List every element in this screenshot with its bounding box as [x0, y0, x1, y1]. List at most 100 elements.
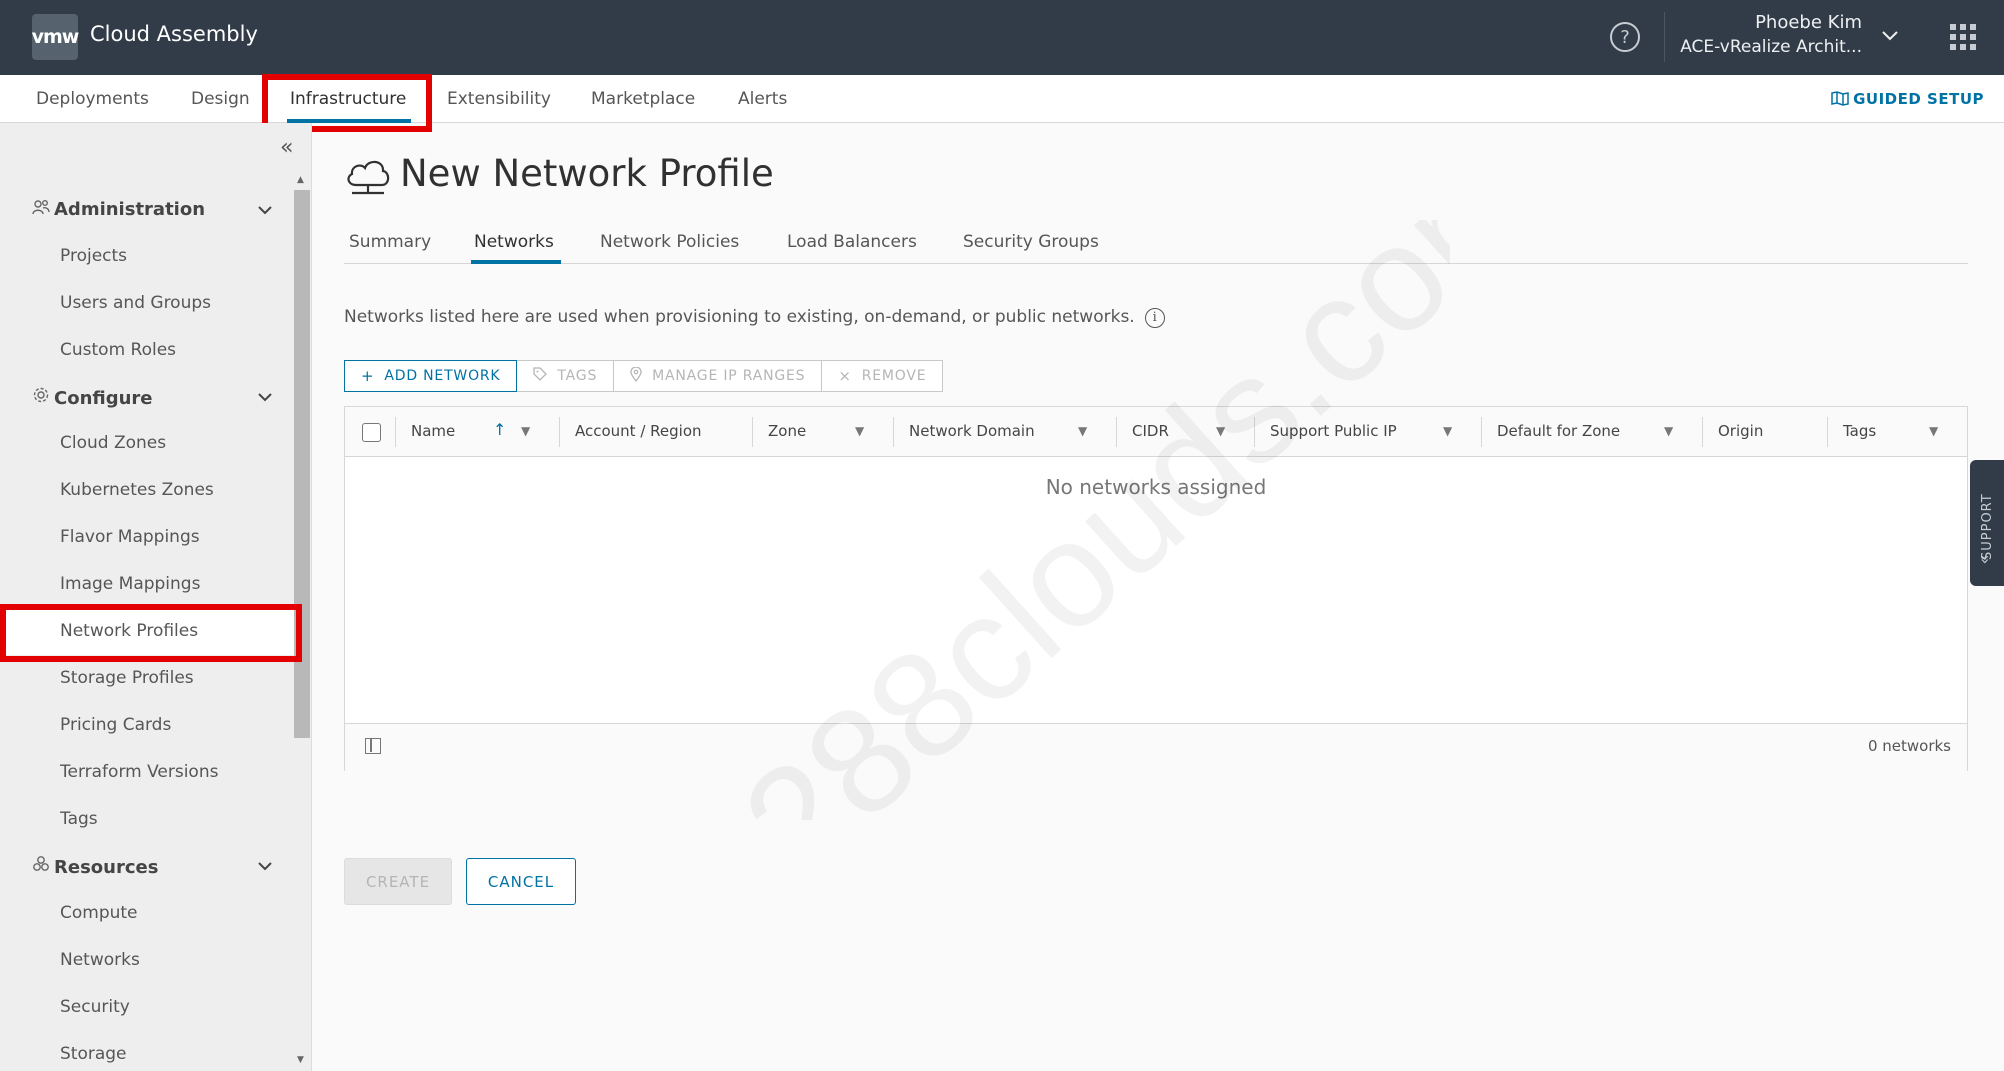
sidebar-section-administration[interactable]: Administration [32, 199, 205, 220]
tab-networks[interactable]: Networks [474, 232, 554, 252]
sidebar-item-storage-profiles[interactable]: Storage Profiles [60, 668, 194, 688]
tab-alerts[interactable]: Alerts [738, 89, 787, 109]
chevron-down-icon[interactable] [258, 857, 272, 875]
collapse-sidebar-icon[interactable]: « [280, 135, 293, 160]
user-name[interactable]: Phoebe Kim [1755, 12, 1862, 33]
column-header-zone[interactable]: Zone [768, 422, 806, 440]
sidebar-section-configure[interactable]: Configure [32, 386, 153, 409]
manage-ip-ranges-label: MANAGE IP RANGES [652, 368, 806, 384]
tab-design[interactable]: Design [191, 89, 250, 109]
sidebar-item-custom-roles[interactable]: Custom Roles [60, 340, 176, 360]
sidebar-item-image-mappings[interactable]: Image Mappings [60, 574, 200, 594]
top-navigation: Deployments Design Infrastructure Extens… [0, 75, 2004, 123]
sidebar-item-kubernetes-zones[interactable]: Kubernetes Zones [60, 480, 214, 500]
pin-icon [630, 365, 642, 386]
tag-icon [533, 367, 548, 385]
help-icon[interactable]: ? [1610, 22, 1640, 52]
column-header-cidr[interactable]: CIDR [1132, 422, 1169, 440]
vmware-logo[interactable]: vmw [32, 14, 79, 60]
sidebar-item-compute[interactable]: Compute [60, 903, 138, 923]
info-text: Networks listed here are used when provi… [344, 307, 1135, 327]
filter-icon[interactable]: ▼ [1216, 424, 1225, 438]
filter-icon[interactable]: ▼ [521, 424, 530, 438]
header-divider [1664, 12, 1665, 62]
cancel-button[interactable]: CANCEL [466, 858, 576, 905]
filter-icon[interactable]: ▼ [1929, 424, 1938, 438]
grid-header: Name ↑ ▼ Account / Region Zone ▼ Network… [345, 407, 1967, 457]
sidebar-item-terraform-versions[interactable]: Terraform Versions [60, 762, 218, 782]
subtabs: Summary Networks Network Policies Load B… [344, 230, 1968, 264]
empty-placeholder: No networks assigned [1045, 475, 1267, 499]
column-separator [395, 417, 396, 447]
column-header-name[interactable]: Name [411, 422, 455, 440]
user-org[interactable]: ACE-vRealize Archit... [1680, 37, 1862, 57]
sidebar-section-resources[interactable]: Resources [32, 855, 158, 878]
column-separator [752, 417, 753, 447]
sidebar-item-storage[interactable]: Storage [60, 1044, 127, 1064]
app-title[interactable]: Cloud Assembly [90, 22, 258, 46]
chevron-down-icon[interactable] [1882, 26, 1898, 45]
plus-icon: + [361, 367, 375, 385]
page-title: New Network Profile [400, 152, 774, 195]
remove-label: REMOVE [861, 368, 927, 384]
select-all-checkbox[interactable] [362, 423, 381, 442]
info-icon[interactable]: i [1144, 308, 1165, 328]
info-text-row: Networks listed here are used when provi… [344, 307, 1165, 328]
filter-icon[interactable]: ▼ [855, 424, 864, 438]
users-icon [32, 199, 54, 220]
support-label: SUPPORT [1980, 493, 1995, 560]
remove-button[interactable]: × REMOVE [822, 360, 944, 392]
column-header-account-region[interactable]: Account / Region [575, 422, 702, 440]
column-separator [559, 417, 560, 447]
filter-icon[interactable]: ▼ [1664, 424, 1673, 438]
tab-network-policies[interactable]: Network Policies [600, 232, 739, 252]
sidebar-item-pricing-cards[interactable]: Pricing Cards [60, 715, 171, 735]
sidebar-scrollbar-thumb[interactable] [294, 190, 310, 738]
sidebar-section-label: Resources [54, 857, 159, 878]
grid-footer: 0 networks [345, 723, 1967, 771]
column-toggle-icon[interactable] [365, 738, 381, 754]
manage-ip-ranges-button[interactable]: MANAGE IP RANGES [614, 360, 823, 392]
filter-icon[interactable]: ▼ [1078, 424, 1087, 438]
create-button[interactable]: CREATE [344, 858, 452, 905]
column-header-support-public-ip[interactable]: Support Public IP [1270, 422, 1397, 440]
column-header-tags[interactable]: Tags [1843, 422, 1876, 440]
tab-marketplace[interactable]: Marketplace [591, 89, 695, 109]
sidebar-item-networks[interactable]: Networks [60, 950, 140, 970]
tab-load-balancers[interactable]: Load Balancers [787, 232, 917, 252]
tab-security-groups[interactable]: Security Groups [963, 232, 1099, 252]
column-header-origin[interactable]: Origin [1718, 422, 1763, 440]
guided-setup-link[interactable]: GUIDED SETUP [1831, 90, 1984, 108]
tab-deployments[interactable]: Deployments [36, 89, 149, 109]
scroll-up-icon[interactable]: ▲ [297, 175, 304, 185]
sidebar-item-cloud-zones[interactable]: Cloud Zones [60, 433, 166, 453]
sort-ascending-icon[interactable]: ↑ [493, 420, 506, 439]
support-tab[interactable]: SUPPORT « [1970, 460, 2004, 586]
add-network-button[interactable]: + ADD NETWORK [344, 360, 518, 392]
gear-icon [32, 386, 54, 409]
sidebar: « Administration Projects Users and Grou… [0, 123, 312, 1071]
column-header-default-for-zone[interactable]: Default for Zone [1497, 422, 1620, 440]
app-switcher-icon[interactable] [1950, 24, 1976, 50]
resources-icon [32, 855, 54, 878]
column-header-network-domain[interactable]: Network Domain [909, 422, 1035, 440]
tags-button[interactable]: TAGS [517, 360, 615, 392]
chevron-left-icon: « [1974, 554, 1994, 565]
filter-icon[interactable]: ▼ [1443, 424, 1452, 438]
tab-infrastructure[interactable]: Infrastructure [290, 89, 406, 109]
sidebar-item-tags[interactable]: Tags [60, 809, 98, 829]
chevron-down-icon[interactable] [258, 201, 272, 219]
active-subtab-indicator [471, 260, 561, 264]
sidebar-item-projects[interactable]: Projects [60, 246, 127, 266]
scroll-down-icon[interactable]: ▼ [297, 1055, 304, 1065]
sidebar-item-security[interactable]: Security [60, 997, 130, 1017]
column-separator [1116, 417, 1117, 447]
sidebar-item-users-and-groups[interactable]: Users and Groups [60, 293, 211, 313]
column-separator [1254, 417, 1255, 447]
sidebar-item-flavor-mappings[interactable]: Flavor Mappings [60, 527, 200, 547]
guided-setup-label: GUIDED SETUP [1853, 90, 1984, 108]
tab-extensibility[interactable]: Extensibility [447, 89, 551, 109]
sidebar-item-network-profiles[interactable]: Network Profiles [60, 621, 198, 641]
tab-summary[interactable]: Summary [349, 232, 431, 252]
chevron-down-icon[interactable] [258, 388, 272, 406]
